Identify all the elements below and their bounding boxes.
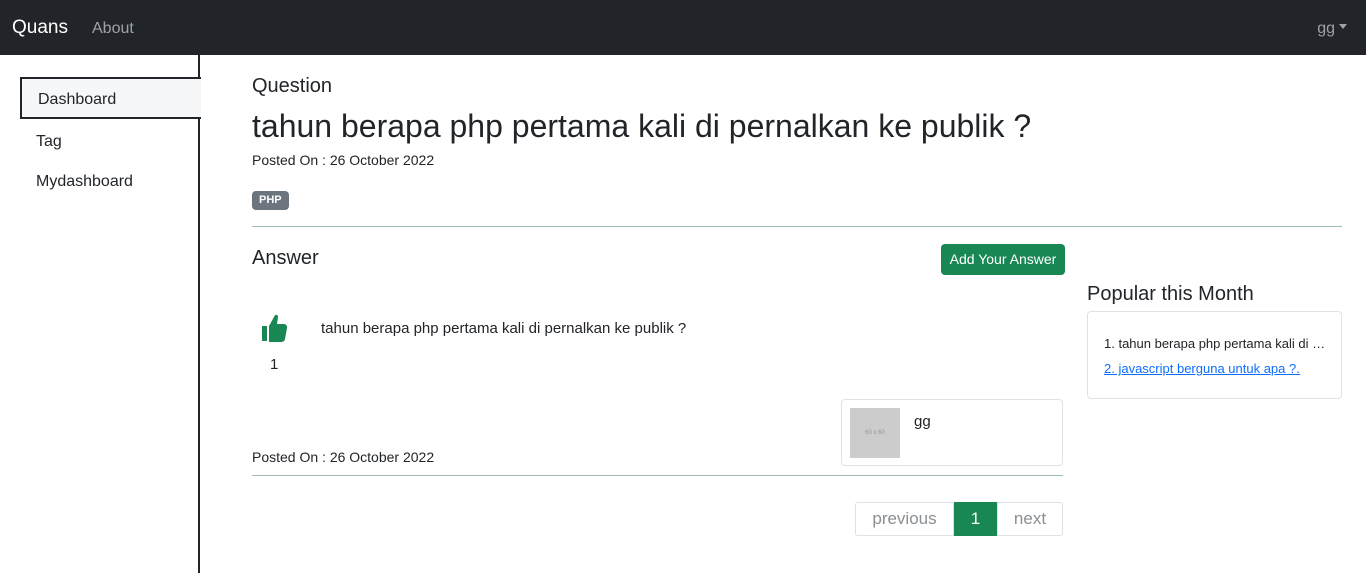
sidebar-item-label: Dashboard xyxy=(38,91,117,108)
top-navbar: Quans About gg xyxy=(0,0,1366,55)
like-count: 1 xyxy=(270,356,279,373)
pagination-previous-button[interactable]: previous xyxy=(855,502,954,536)
question-section-label: Question xyxy=(252,75,333,97)
pagination-next-button[interactable]: next xyxy=(997,502,1063,536)
popular-list-card: 1. tahun berapa php pertama kali di pern… xyxy=(1087,311,1342,399)
popular-section-title: Popular this Month xyxy=(1087,283,1254,305)
user-dropdown-label: gg xyxy=(1317,20,1335,37)
divider xyxy=(252,475,1063,476)
divider xyxy=(252,226,1342,227)
question-title: tahun berapa php pertama kali di pernalk… xyxy=(252,108,1032,144)
nav-about-link[interactable]: About xyxy=(92,19,134,38)
popular-item[interactable]: 1. tahun berapa php pertama kali di pern… xyxy=(1104,336,1329,352)
sidebar-item-dashboard[interactable]: Dashboard xyxy=(20,77,201,119)
sidebar-item-mydashboard[interactable]: Mydashboard xyxy=(36,172,133,191)
tag-badge[interactable]: PHP xyxy=(252,191,289,210)
caret-down-icon xyxy=(1339,24,1347,29)
answer-section-label: Answer xyxy=(252,247,319,269)
add-answer-button[interactable]: Add Your Answer xyxy=(941,244,1065,275)
pagination-page-1[interactable]: 1 xyxy=(954,502,997,536)
thumbs-up-icon[interactable] xyxy=(260,313,288,343)
author-name[interactable]: gg xyxy=(914,413,931,431)
answer-posted-date: Posted On : 26 October 2022 xyxy=(252,449,435,465)
answer-text: tahun berapa php pertama kali di pernalk… xyxy=(321,320,687,337)
brand-link[interactable]: Quans xyxy=(12,17,68,39)
avatar: 60 x 60 xyxy=(850,408,900,458)
user-dropdown[interactable]: gg xyxy=(1317,19,1347,38)
answer-author-card: 60 x 60 gg xyxy=(841,399,1063,466)
question-posted-date: Posted On : 26 October 2022 xyxy=(252,152,435,168)
sidebar-item-tag[interactable]: Tag xyxy=(36,132,62,151)
sidebar: Dashboard Tag Mydashboard xyxy=(0,55,201,573)
pagination: previous 1 next xyxy=(855,502,1063,536)
popular-item-link[interactable]: 2. javascript berguna untuk apa ?. xyxy=(1104,361,1300,377)
